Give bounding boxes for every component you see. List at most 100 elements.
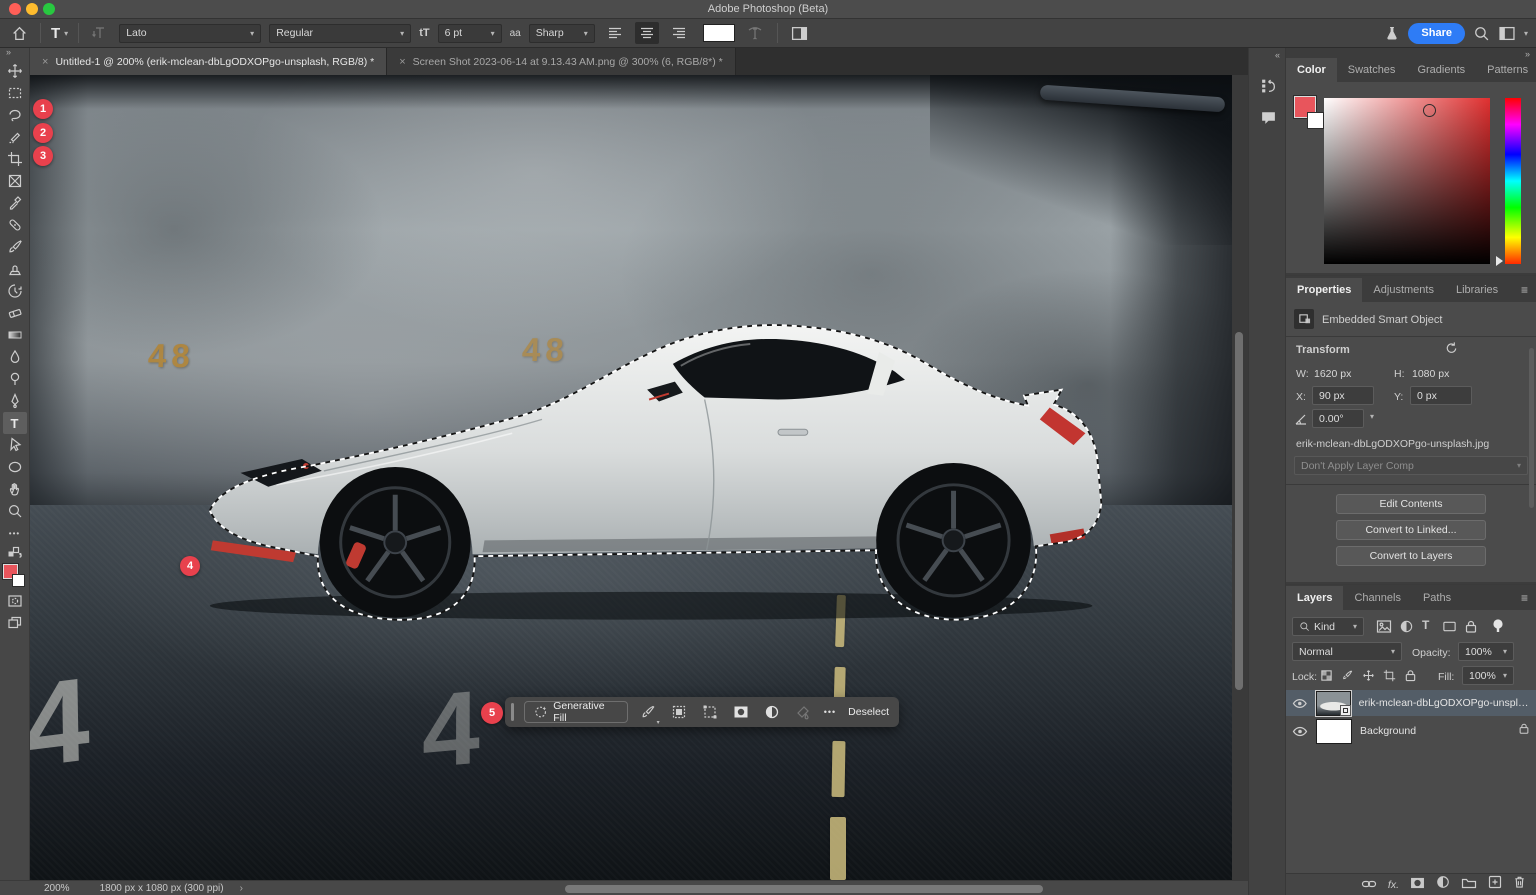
reset-transform-icon[interactable] [1444,340,1459,360]
panel-menu-icon[interactable]: ≡ [1513,586,1536,610]
text-color-swatch[interactable] [703,24,735,42]
canvas-vertical-scrollbar[interactable] [1235,332,1243,690]
lock-pixels-icon[interactable] [1341,669,1354,687]
hue-slider-arrow[interactable] [1496,256,1503,266]
panel-menu-icon[interactable]: ≡ [1513,278,1536,302]
filter-toggle-icon[interactable] [1491,618,1505,639]
gradient-tool[interactable] [3,324,27,346]
background-color-swatch[interactable] [1307,112,1324,129]
filter-shape-layers-icon[interactable] [1442,619,1457,639]
modify-selection-brush-icon[interactable]: ▾ [638,701,659,723]
x-position-input[interactable]: 90 px [1312,386,1374,405]
angle-input[interactable]: 0.00° [1312,409,1364,428]
pen-tool[interactable] [3,390,27,412]
selected-car-subject[interactable] [185,303,1137,623]
comments-panel-icon[interactable] [1257,106,1279,128]
filter-smart-objects-icon[interactable] [1464,619,1478,639]
tab-color[interactable]: Color [1286,58,1337,82]
filter-type-layers-icon[interactable]: T [1422,618,1429,632]
search-icon[interactable] [1473,25,1490,42]
chevron-down-icon[interactable]: ▾ [1524,29,1528,38]
more-tools-icon[interactable]: ••• [3,522,27,544]
blend-mode-select[interactable]: Normal ▾ [1292,642,1402,661]
minimize-window-button[interactable] [26,3,38,15]
visibility-eye-icon[interactable] [1292,726,1308,737]
tab-properties[interactable]: Properties [1286,278,1362,302]
zoom-window-button[interactable] [43,3,55,15]
y-position-input[interactable]: 0 px [1410,386,1472,405]
healing-brush-tool[interactable] [3,214,27,236]
frame-tool[interactable] [3,170,27,192]
move-tool[interactable] [3,60,27,82]
expand-dock-icon[interactable]: « [1275,50,1280,60]
kind-filter-select[interactable]: Kind ▾ [1292,617,1364,636]
tab-adjustments[interactable]: Adjustments [1362,278,1445,302]
quick-mask-icon[interactable] [3,590,27,612]
document-tab-screenshot[interactable]: × Screen Shot 2023-06-14 at 9.13.43 AM.p… [387,48,736,75]
document-tab-untitled[interactable]: × Untitled-1 @ 200% (erik-mclean-dbLgODX… [30,48,387,75]
layer-name[interactable]: erik-mclean-dbLgODXOPgo-unsplash [1359,697,1530,709]
convert-to-layers-button[interactable]: Convert to Layers [1336,546,1486,566]
new-layer-icon[interactable] [1488,875,1502,894]
transform-selection-icon[interactable] [700,701,721,723]
crop-tool[interactable] [3,148,27,170]
visibility-eye-icon[interactable] [1292,698,1308,709]
share-button[interactable]: Share [1408,23,1465,44]
link-layers-icon[interactable] [1361,876,1377,894]
add-mask-icon[interactable] [1410,876,1425,894]
dodge-tool[interactable] [3,368,27,390]
workspace-switcher-icon[interactable] [1498,26,1516,41]
tab-patterns[interactable]: Patterns [1476,58,1536,82]
canvas-horizontal-scrollbar[interactable] [565,885,1043,893]
document-canvas[interactable]: 48 48 4 4 [30,75,1232,880]
layer-comp-select[interactable]: Don't Apply Layer Comp ▾ [1294,456,1528,475]
lock-artboard-icon[interactable] [1383,669,1396,687]
collapse-tools-icon[interactable]: » [6,47,11,57]
home-icon[interactable] [8,25,30,42]
eyedropper-tool[interactable] [3,192,27,214]
status-chevron-icon[interactable]: › [240,883,243,894]
new-adjustment-layer-icon[interactable] [1436,875,1450,894]
shape-tool[interactable] [3,456,27,478]
layer-effects-icon[interactable]: fx. [1388,879,1399,891]
generative-fill-button[interactable]: Generative Fill [524,701,628,723]
tab-paths[interactable]: Paths [1412,586,1462,610]
lock-transparency-icon[interactable] [1320,669,1333,687]
warp-text-icon[interactable] [743,25,767,41]
blur-tool[interactable] [3,346,27,368]
more-options-icon[interactable]: ••• [824,707,836,717]
chevron-down-icon[interactable]: ▾ [1370,412,1374,421]
history-panel-icon[interactable] [1257,74,1279,96]
layer-thumbnail[interactable] [1316,691,1351,716]
align-right-button[interactable] [667,22,691,44]
layer-row-background[interactable]: Background [1286,718,1536,744]
fill-selection-icon[interactable] [793,701,814,723]
tab-gradients[interactable]: Gradients [1406,58,1476,82]
zoom-tool[interactable] [3,500,27,522]
delete-layer-icon[interactable] [1513,875,1526,894]
lasso-tool[interactable] [3,104,27,126]
layer-thumbnail[interactable] [1316,719,1352,744]
taskbar-drag-handle[interactable] [511,703,514,721]
font-family-select[interactable]: Lato ▾ [119,24,261,43]
add-mask-icon[interactable] [731,701,752,723]
invert-selection-icon[interactable] [669,701,690,723]
text-orientation-icon[interactable] [89,25,111,41]
brush-tool[interactable] [3,236,27,258]
eraser-tool[interactable] [3,302,27,324]
type-tool[interactable]: T [3,412,27,434]
background-color-swatch[interactable] [12,574,25,587]
anti-alias-select[interactable]: Sharp ▾ [529,24,595,43]
toggle-panels-icon[interactable] [788,26,812,41]
font-size-select[interactable]: 6 pt ▾ [438,24,502,43]
lock-position-icon[interactable] [1362,669,1375,687]
tab-libraries[interactable]: Libraries [1445,278,1509,302]
marquee-tool[interactable] [3,82,27,104]
fill-input[interactable]: 100% ▾ [1462,666,1514,685]
convert-to-linked-button[interactable]: Convert to Linked... [1336,520,1486,540]
type-tool-preset[interactable]: T ▾ [51,25,68,42]
tab-swatches[interactable]: Swatches [1337,58,1407,82]
close-icon[interactable]: × [399,56,405,68]
edit-contents-button[interactable]: Edit Contents [1336,494,1486,514]
adjustment-icon[interactable] [762,701,783,723]
